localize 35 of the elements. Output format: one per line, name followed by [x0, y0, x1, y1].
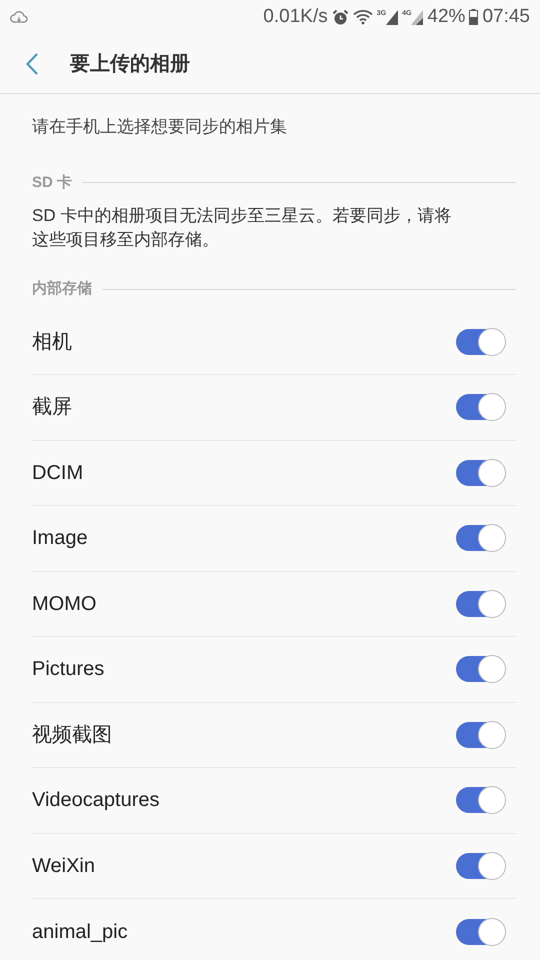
wifi-icon [352, 9, 373, 25]
clock-time: 07:45 [482, 4, 530, 29]
toggle-switch[interactable] [456, 722, 504, 748]
section-header: SD 卡 [32, 172, 72, 192]
album-name: 截屏 [32, 395, 72, 420]
toggle-switch[interactable] [456, 394, 504, 420]
album-name: Pictures [32, 657, 104, 682]
signal-icon [411, 10, 424, 24]
signal-icon [386, 10, 398, 24]
cloud-sync-icon [10, 10, 28, 24]
section-header: 内部存储 [32, 279, 92, 299]
album-name: 相机 [32, 330, 72, 355]
back-button[interactable] [26, 52, 38, 74]
album-name: Image [32, 526, 88, 552]
album-name: WeiXin [32, 854, 95, 879]
battery-percent: 42% [427, 4, 466, 29]
album-name: Videocaptures [32, 788, 160, 814]
network-speed: 0.01K/s [263, 4, 328, 29]
toggle-switch[interactable] [456, 656, 504, 682]
album-name: MOMO [32, 592, 96, 617]
battery-icon [469, 9, 478, 25]
description-text: 请在手机上选择想要同步的相片集 [31, 116, 288, 138]
toggle-switch[interactable] [456, 787, 504, 814]
toggle-switch[interactable] [456, 525, 504, 552]
section-note: SD 卡中的相册项目无法同步至三星云。若要同步，请将这些项目移至内部存储。 [31, 205, 452, 251]
toggle-switch[interactable] [456, 918, 504, 945]
toggle-switch[interactable] [456, 852, 504, 879]
album-name: 视频截图 [32, 722, 112, 748]
album-name: animal_pic [32, 920, 128, 945]
album-name: DCIM [32, 460, 84, 486]
page-title: 要上传的相册 [70, 52, 190, 76]
alarm-icon [332, 8, 349, 26]
toggle-switch[interactable] [456, 460, 504, 486]
toggle-switch[interactable] [456, 590, 504, 617]
toggle-switch[interactable] [456, 328, 504, 355]
